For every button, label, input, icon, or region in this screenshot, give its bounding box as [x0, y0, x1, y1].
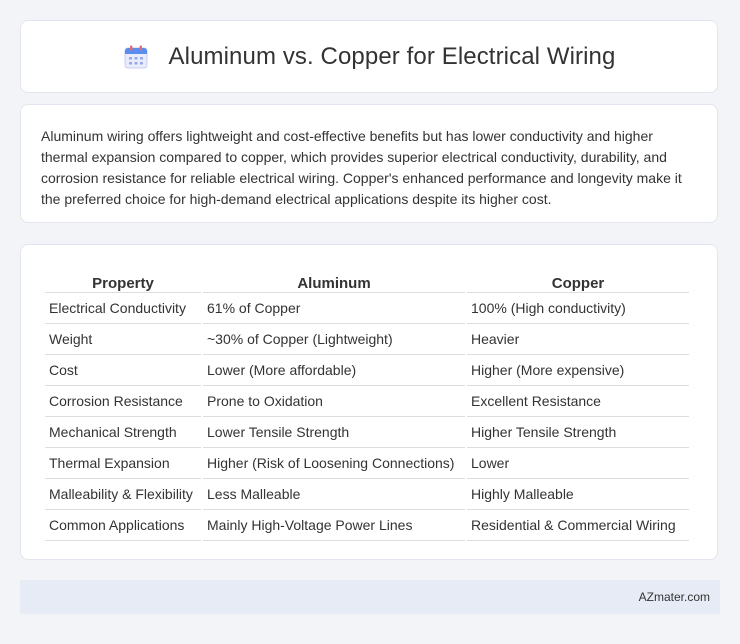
calendar-icon	[123, 44, 149, 70]
cell-aluminum: 61% of Copper	[203, 293, 465, 324]
table-row: Cost Lower (More affordable) Higher (Mor…	[45, 355, 689, 386]
summary-text: Aluminum wiring offers lightweight and c…	[41, 128, 682, 207]
cell-property: Weight	[45, 324, 201, 355]
cell-copper: Lower	[467, 448, 689, 479]
header-aluminum: Aluminum	[203, 265, 465, 293]
cell-copper: 100% (High conductivity)	[467, 293, 689, 324]
cell-property: Electrical Conductivity	[45, 293, 201, 324]
cell-aluminum: Higher (Risk of Loosening Connections)	[203, 448, 465, 479]
title-wrap: Aluminum vs. Copper for Electrical Wirin…	[123, 43, 616, 71]
cell-copper: Highly Malleable	[467, 479, 689, 510]
header-property: Property	[45, 265, 201, 293]
cell-property: Thermal Expansion	[45, 448, 201, 479]
cell-aluminum: ~30% of Copper (Lightweight)	[203, 324, 465, 355]
table-row: Malleability & Flexibility Less Malleabl…	[45, 479, 689, 510]
page-title: Aluminum vs. Copper for Electrical Wirin…	[168, 42, 616, 70]
header-copper: Copper	[467, 265, 689, 293]
cell-copper: Excellent Resistance	[467, 386, 689, 417]
cell-aluminum: Mainly High-Voltage Power Lines	[203, 510, 465, 541]
cell-copper: Residential & Commercial Wiring	[467, 510, 689, 541]
cell-property: Corrosion Resistance	[45, 386, 201, 417]
table-row: Weight ~30% of Copper (Lightweight) Heav…	[45, 324, 689, 355]
table-header-row: Property Aluminum Copper	[45, 265, 689, 293]
table-row: Electrical Conductivity 61% of Copper 10…	[45, 293, 689, 324]
table-row: Mechanical Strength Lower Tensile Streng…	[45, 417, 689, 448]
cell-copper: Higher Tensile Strength	[467, 417, 689, 448]
footer-site-link[interactable]: AZmater.com	[639, 590, 710, 604]
cell-copper: Higher (More expensive)	[467, 355, 689, 386]
table-row: Common Applications Mainly High-Voltage …	[45, 510, 689, 541]
comparison-table: Property Aluminum Copper Electrical Cond…	[43, 265, 691, 541]
cell-aluminum: Lower Tensile Strength	[203, 417, 465, 448]
cell-aluminum: Lower (More affordable)	[203, 355, 465, 386]
cell-property: Common Applications	[45, 510, 201, 541]
table-row: Thermal Expansion Higher (Risk of Loosen…	[45, 448, 689, 479]
cell-aluminum: Less Malleable	[203, 479, 465, 510]
summary-card: Aluminum wiring offers lightweight and c…	[20, 104, 718, 223]
cell-aluminum: Prone to Oxidation	[203, 386, 465, 417]
cell-property: Mechanical Strength	[45, 417, 201, 448]
cell-copper: Heavier	[467, 324, 689, 355]
footer: AZmater.com	[20, 580, 720, 614]
cell-property: Cost	[45, 355, 201, 386]
table-row: Corrosion Resistance Prone to Oxidation …	[45, 386, 689, 417]
cell-property: Malleability & Flexibility	[45, 479, 201, 510]
title-card: Aluminum vs. Copper for Electrical Wirin…	[20, 20, 718, 93]
table-card: Property Aluminum Copper Electrical Cond…	[20, 244, 718, 560]
